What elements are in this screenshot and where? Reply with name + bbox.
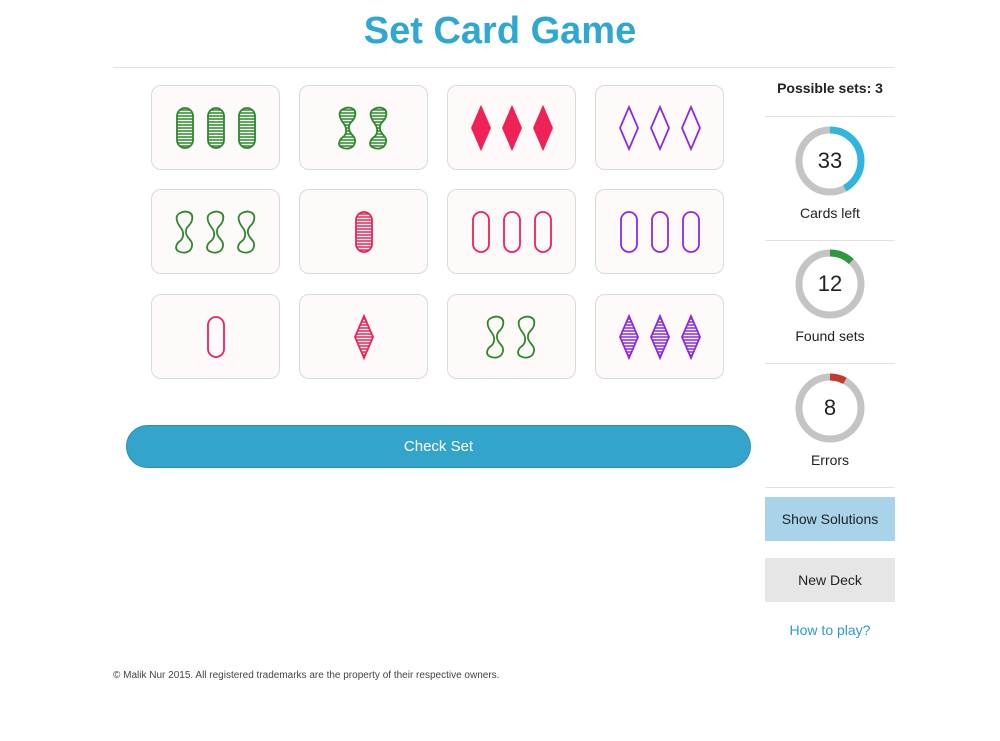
- oval-symbol-icon: [533, 210, 552, 253]
- diamond-symbol-icon: [680, 313, 701, 360]
- sidebar-divider: [765, 240, 895, 241]
- cards-left-stat: 33 Cards left: [765, 126, 895, 226]
- found-sets-label: Found sets: [795, 328, 865, 344]
- oval-symbol-icon: [175, 106, 194, 149]
- set-card[interactable]: [595, 294, 724, 379]
- oval-symbol-icon: [206, 106, 225, 149]
- footer-copyright: © Malik Nur 2015. All registered tradema…: [113, 670, 500, 681]
- diamond-symbol-icon: [353, 313, 374, 360]
- diamond-symbols: [470, 104, 553, 151]
- oval-symbols: [619, 210, 700, 253]
- how-to-play-link[interactable]: How to play?: [765, 622, 895, 638]
- header-divider: [113, 67, 894, 68]
- cards-left-label: Cards left: [800, 205, 860, 221]
- oval-symbol-icon: [502, 210, 521, 253]
- set-card[interactable]: [299, 294, 428, 379]
- set-card[interactable]: [447, 189, 576, 274]
- oval-symbols: [175, 106, 256, 149]
- set-card[interactable]: [595, 189, 724, 274]
- diamond-symbol-icon: [470, 104, 491, 151]
- set-card[interactable]: [151, 85, 280, 170]
- diamond-symbols: [618, 104, 701, 151]
- oval-symbol-icon: [681, 210, 700, 253]
- oval-symbol-icon: [471, 210, 490, 253]
- diamond-symbol-icon: [618, 104, 639, 151]
- oval-symbols: [471, 210, 552, 253]
- set-card[interactable]: [447, 294, 576, 379]
- new-deck-button[interactable]: New Deck: [765, 558, 895, 602]
- sidebar-divider: [765, 363, 895, 364]
- errors-label: Errors: [810, 452, 850, 468]
- oval-symbol-icon: [354, 210, 373, 253]
- squiggle-symbol-icon: [205, 210, 224, 253]
- set-card[interactable]: [447, 85, 576, 170]
- diamond-symbol-icon: [680, 104, 701, 151]
- squiggle-symbol-icon: [338, 106, 357, 149]
- squiggle-symbol-icon: [174, 210, 193, 253]
- oval-symbol-icon: [650, 210, 669, 253]
- diamond-symbol-icon: [618, 313, 639, 360]
- oval-symbols: [206, 315, 225, 358]
- cards-left-value: 33: [817, 148, 843, 173]
- squiggle-symbol-icon: [486, 315, 505, 358]
- diamond-symbol-icon: [532, 104, 553, 151]
- oval-symbol-icon: [237, 106, 256, 149]
- sidebar-divider: [765, 487, 895, 488]
- diamond-symbol-icon: [649, 313, 670, 360]
- errors-value: 8: [823, 395, 837, 420]
- set-card[interactable]: [595, 85, 724, 170]
- squiggle-symbol-icon: [236, 210, 255, 253]
- sidebar-divider: [765, 116, 895, 117]
- diamond-symbols: [353, 313, 374, 360]
- squiggle-symbols: [174, 210, 255, 253]
- squiggle-symbol-icon: [517, 315, 536, 358]
- possible-sets-count: Possible sets: 3: [777, 80, 883, 96]
- oval-symbol-icon: [206, 315, 225, 358]
- set-card[interactable]: [299, 85, 428, 170]
- set-card[interactable]: [299, 189, 428, 274]
- diamond-symbol-icon: [649, 104, 670, 151]
- diamond-symbols: [618, 313, 701, 360]
- errors-stat: 8 Errors: [765, 373, 895, 473]
- found-sets-stat: 12 Found sets: [765, 249, 895, 349]
- squiggle-symbol-icon: [369, 106, 388, 149]
- card-grid: [151, 85, 726, 381]
- squiggle-symbols: [338, 106, 388, 149]
- set-card[interactable]: [151, 294, 280, 379]
- oval-symbol-icon: [619, 210, 638, 253]
- page-title: Set Card Game: [363, 10, 637, 52]
- check-set-button[interactable]: Check Set: [126, 425, 751, 468]
- show-solutions-button[interactable]: Show Solutions: [765, 497, 895, 541]
- set-card[interactable]: [151, 189, 280, 274]
- squiggle-symbols: [486, 315, 536, 358]
- diamond-symbol-icon: [501, 104, 522, 151]
- found-sets-value: 12: [817, 271, 843, 296]
- oval-symbols: [354, 210, 373, 253]
